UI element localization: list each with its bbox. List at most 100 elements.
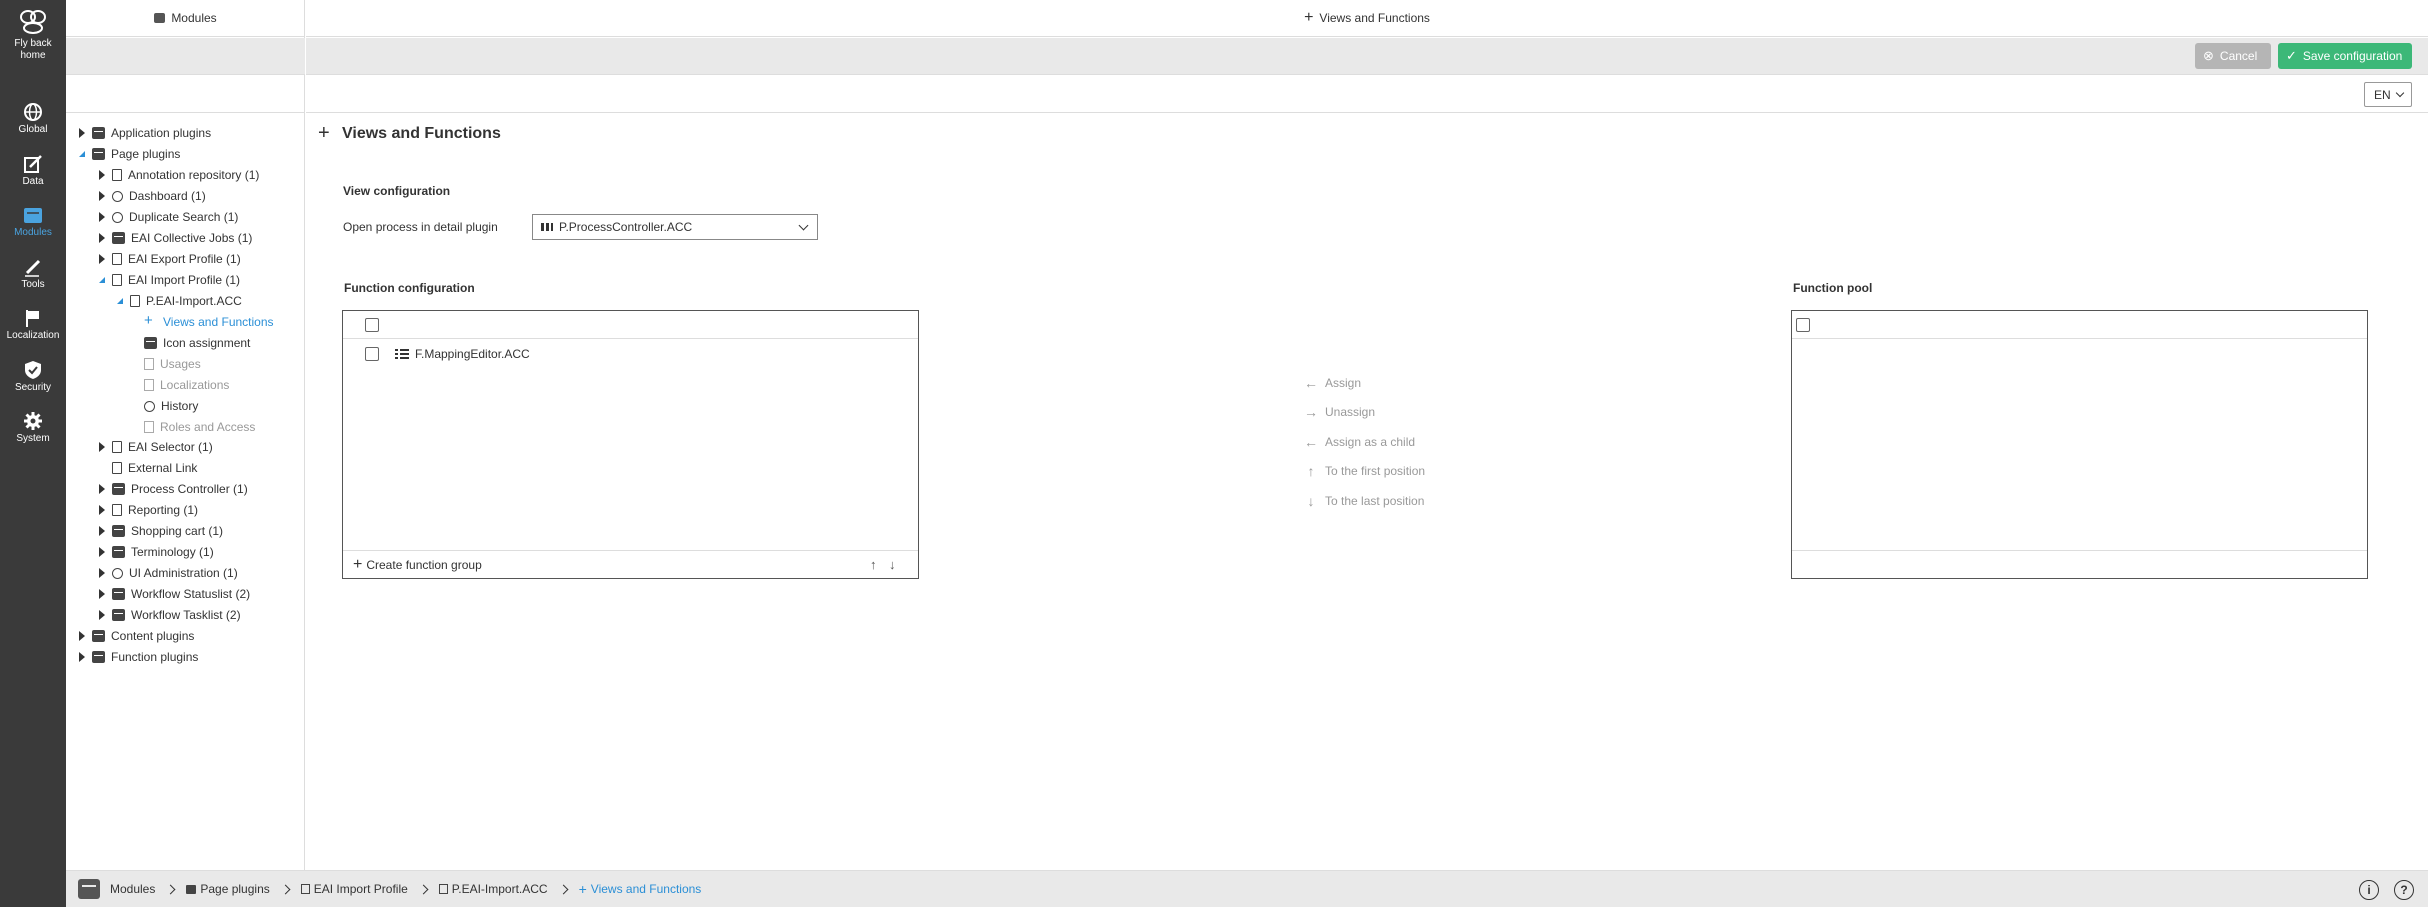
select-all-checkbox[interactable]	[1796, 318, 1810, 332]
open-process-select[interactable]: P.ProcessController.ACC	[532, 214, 818, 240]
tree-node-eai-export-profile[interactable]: EAI Export Profile (1)	[96, 249, 241, 269]
modules-icon[interactable]	[78, 879, 100, 899]
save-configuration-button[interactable]: ✓ Save configuration	[2278, 43, 2412, 69]
tree-node-shopping-cart[interactable]: Shopping cart (1)	[96, 521, 223, 541]
info-icon[interactable]: i	[2359, 880, 2379, 900]
plus-icon: +	[1304, 9, 1314, 26]
workflow-icon	[112, 588, 125, 600]
cart-icon	[112, 525, 125, 537]
rail-item-system[interactable]: System	[0, 411, 66, 445]
tree-node-ui-administration[interactable]: UI Administration (1)	[96, 563, 238, 583]
expand-icon[interactable]	[96, 546, 108, 558]
tree-node-label: Workflow Tasklist (2)	[131, 608, 241, 622]
expand-icon[interactable]	[96, 525, 108, 537]
expand-icon[interactable]	[96, 253, 108, 265]
chevron-right-icon	[418, 884, 429, 894]
expand-icon[interactable]	[76, 127, 88, 139]
tree-node-views-and-functions[interactable]: Views and Functions	[128, 312, 274, 332]
breadcrumb-label: Modules	[110, 882, 156, 896]
help-icon[interactable]: ?	[2394, 880, 2414, 900]
tree-node-process-controller[interactable]: Process Controller (1)	[96, 479, 248, 499]
check-icon: ✓	[2286, 48, 2297, 63]
tree-node-p-eai-import-acc[interactable]: P.EAI-Import.ACC	[114, 291, 242, 311]
expand-icon[interactable]	[96, 567, 108, 579]
rail-item-global[interactable]: Global	[0, 102, 66, 136]
expand-icon[interactable]	[96, 232, 108, 244]
breadcrumb-eai-import-profile[interactable]: EAI Import Profile	[300, 882, 408, 896]
unassign-button[interactable]: → Unassign	[1303, 404, 1375, 420]
expand-icon[interactable]	[96, 609, 108, 621]
move-up-icon[interactable]: ↑	[870, 557, 877, 572]
tree-node-history[interactable]: History	[128, 396, 198, 416]
tree-node-annotation-repository[interactable]: Annotation repository (1)	[96, 165, 259, 185]
breadcrumb-views-and-functions[interactable]: + Views and Functions	[579, 881, 702, 897]
select-all-checkbox[interactable]	[365, 318, 379, 332]
language-select[interactable]: EN	[2364, 82, 2412, 107]
to-last-position-button[interactable]: ↓ To the last position	[1303, 493, 1425, 509]
search-icon	[112, 211, 123, 223]
expand-icon[interactable]	[76, 651, 88, 663]
dashboard-icon	[112, 190, 123, 202]
expand-icon[interactable]	[76, 630, 88, 642]
breadcrumb-page-plugins[interactable]: Page plugins	[186, 882, 270, 896]
tree-node-eai-collective-jobs[interactable]: EAI Collective Jobs (1)	[96, 228, 252, 248]
tree-node-workflow-statuslist[interactable]: Workflow Statuslist (2)	[96, 584, 250, 604]
collapse-icon[interactable]	[114, 295, 126, 307]
expand-icon[interactable]	[96, 169, 108, 181]
collapse-icon[interactable]	[96, 274, 108, 286]
expand-icon[interactable]	[96, 483, 108, 495]
rail-item-localization[interactable]: Localization	[0, 308, 66, 342]
item-checkbox[interactable]	[365, 347, 379, 361]
globe-icon	[24, 103, 42, 121]
import-doc-icon	[130, 295, 140, 307]
rail-label-global: Global	[18, 124, 48, 135]
breadcrumb-modules[interactable]: Modules	[110, 882, 155, 896]
rail-item-home[interactable]: Fly back home	[0, 8, 66, 62]
tree-node-terminology[interactable]: Terminology (1)	[96, 542, 214, 562]
tree-node-label: Workflow Statuslist (2)	[131, 587, 251, 601]
rail-item-tools[interactable]: Tools	[0, 257, 66, 291]
cancel-button[interactable]: ⊗ Cancel	[2195, 43, 2271, 69]
breadcrumb-label: Views and Functions	[590, 882, 702, 896]
tree-node-label: P.EAI-Import.ACC	[146, 294, 242, 308]
tree-node-localizations[interactable]: Localizations	[128, 375, 229, 395]
rail-item-modules[interactable]: Modules	[0, 205, 66, 239]
collapse-icon[interactable]	[76, 148, 88, 160]
tree-node-page-plugins[interactable]: Page plugins	[76, 144, 180, 164]
page-title: Views and Functions	[342, 125, 501, 142]
tree-node-reporting[interactable]: Reporting (1)	[96, 500, 198, 520]
tree-node-content-plugins[interactable]: Content plugins	[76, 626, 194, 646]
rail-item-security[interactable]: Security	[0, 360, 66, 394]
expand-icon[interactable]	[96, 211, 108, 223]
rail-label-data: Data	[22, 176, 44, 187]
assign-button[interactable]: ← Assign	[1303, 375, 1361, 391]
move-down-icon[interactable]: ↓	[889, 557, 896, 572]
assign-as-child-label: Assign as a child	[1325, 435, 1416, 449]
close-circle-icon: ⊗	[2203, 48, 2214, 63]
export-doc-icon	[112, 253, 122, 265]
arrow-up-icon: ↑	[1307, 463, 1315, 479]
tree-node-eai-import-profile[interactable]: EAI Import Profile (1)	[96, 270, 240, 290]
expand-icon[interactable]	[96, 588, 108, 600]
editor-tab-header: + Views and Functions	[306, 0, 2428, 37]
expand-icon[interactable]	[96, 441, 108, 453]
rail-item-data[interactable]: Data	[0, 154, 66, 188]
expand-icon[interactable]	[96, 190, 108, 202]
create-function-group-button[interactable]: + Create function group	[353, 556, 482, 574]
expand-icon[interactable]	[96, 504, 108, 516]
tree-node-duplicate-search[interactable]: Duplicate Search (1)	[96, 207, 238, 227]
tree-node-external-link[interactable]: External Link	[96, 458, 197, 478]
tree-node-application-plugins[interactable]: Application plugins	[76, 123, 211, 143]
tree-node-function-plugins[interactable]: Function plugins	[76, 647, 198, 667]
tree-node-roles-and-access[interactable]: Roles and Access	[128, 417, 255, 437]
tree-node-workflow-tasklist[interactable]: Workflow Tasklist (2)	[96, 605, 241, 625]
list-item[interactable]: F.MappingEditor.ACC	[343, 340, 918, 368]
to-first-position-button[interactable]: ↑ To the first position	[1303, 463, 1426, 479]
tree-node-dashboard[interactable]: Dashboard (1)	[96, 186, 206, 206]
assign-as-child-button[interactable]: ← Assign as a child	[1303, 434, 1415, 450]
tree-node-usages[interactable]: Usages	[128, 354, 201, 374]
tree-node-icon-assignment[interactable]: Icon assignment	[128, 333, 250, 353]
tree-node-eai-selector[interactable]: EAI Selector (1)	[96, 437, 213, 457]
tree-node-label: Function plugins	[111, 650, 199, 664]
breadcrumb-p-eai-import-acc[interactable]: P.EAI-Import.ACC	[438, 882, 548, 896]
